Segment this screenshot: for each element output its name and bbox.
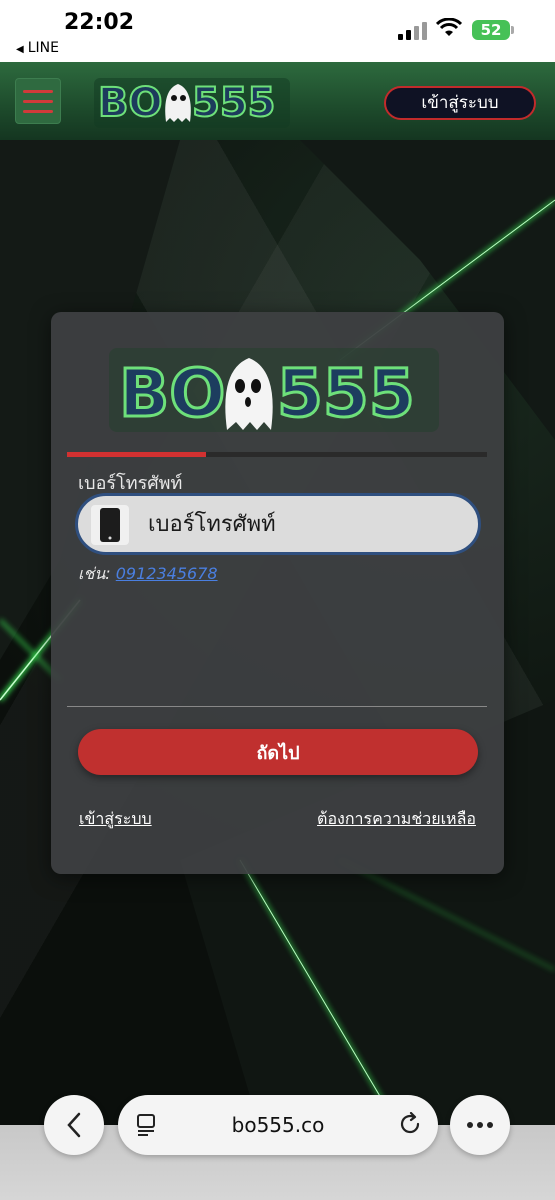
example-number-link[interactable]: 0912345678: [116, 564, 218, 583]
phone-input[interactable]: [148, 496, 468, 552]
phone-icon: [91, 505, 129, 545]
chevron-left-icon: [67, 1112, 81, 1138]
phone-field[interactable]: [75, 493, 481, 555]
back-triangle-icon: ◀: [16, 44, 24, 55]
battery-cap: [511, 26, 514, 34]
step-progress-fill: [67, 452, 206, 457]
clock: 22:02: [64, 10, 135, 35]
status-bar: 22:02 ◀ LINE 52: [0, 0, 555, 62]
hamburger-icon-line: [23, 99, 53, 103]
wifi-icon: [436, 18, 462, 36]
menu-button[interactable]: [15, 78, 61, 124]
header-login-button[interactable]: เข้าสู่ระบบ: [384, 86, 536, 120]
address-bar[interactable]: bo555.co: [118, 1095, 438, 1155]
url-text: bo555.co: [231, 1113, 325, 1137]
hamburger-icon-line: [23, 109, 53, 113]
card-logo: BO 555: [109, 348, 439, 434]
login-card: BO 555 เบอร์โทรศัพท์ เช่น: 0912345678 ถั…: [51, 312, 504, 874]
battery-level: 52: [480, 21, 502, 39]
card-logo-text-bo: BO: [119, 355, 225, 432]
more-dots-icon: [467, 1122, 493, 1128]
browser-back-button[interactable]: [44, 1095, 104, 1155]
example-prefix: เช่น:: [78, 564, 111, 583]
cellular-signal-icon: [398, 22, 427, 40]
logo-text-555: 555: [192, 80, 276, 126]
phone-example: เช่น: 0912345678: [78, 562, 218, 587]
reload-icon[interactable]: [398, 1112, 422, 1136]
hamburger-icon-line: [23, 89, 53, 93]
back-to-app-link[interactable]: ◀ LINE: [16, 40, 59, 56]
step-progress-bar: [67, 452, 487, 457]
login-link[interactable]: เข้าสู่ระบบ: [79, 807, 152, 832]
divider: [67, 706, 487, 707]
battery-icon: 52: [472, 20, 510, 40]
next-button[interactable]: ถัดไป: [78, 729, 478, 775]
back-app-label: LINE: [27, 40, 59, 56]
card-logo-text-555: 555: [277, 355, 415, 432]
help-link[interactable]: ต้องการความช่วยเหลือ: [317, 807, 476, 832]
browser-more-button[interactable]: [450, 1095, 510, 1155]
logo-text-bo: BO: [98, 80, 163, 126]
site-header: BO 555 เข้าสู่ระบบ: [0, 62, 555, 142]
site-logo[interactable]: BO 555: [92, 70, 292, 134]
